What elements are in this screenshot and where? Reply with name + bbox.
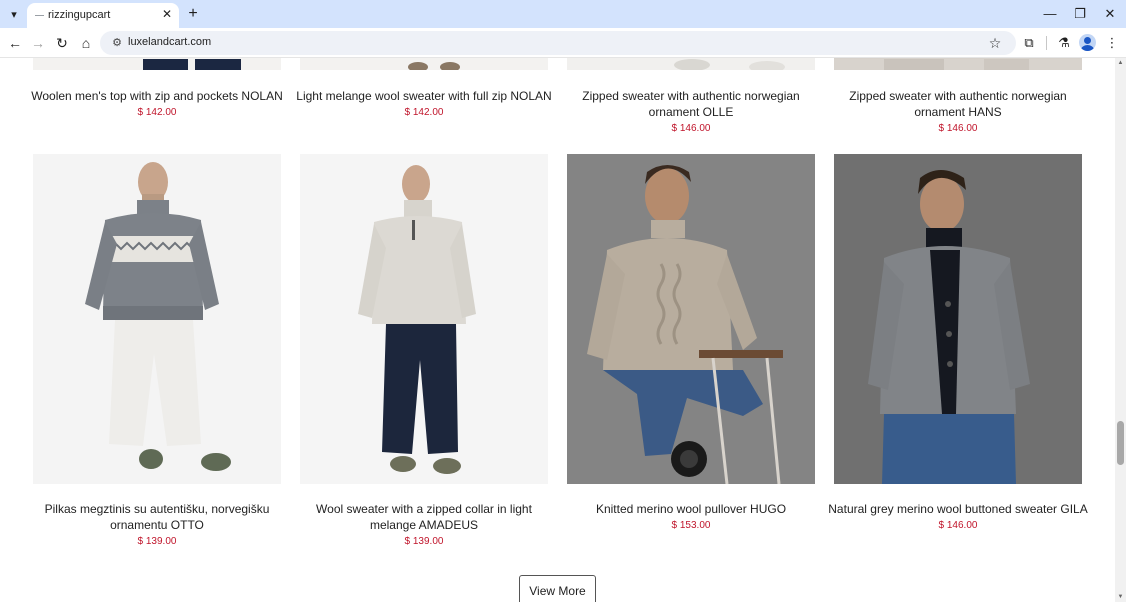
close-window-icon[interactable]: ✕ — [1101, 5, 1119, 23]
view-more-button[interactable]: View More — [519, 575, 596, 602]
product-name[interactable]: Natural grey merino wool buttoned sweate… — [827, 501, 1089, 517]
tab-favicon — [35, 15, 44, 16]
product-image[interactable] — [567, 154, 815, 484]
browser-toolbar: ← → ↻ ⌂ ⚙ luxelandcart.com ☆ ⧉ ⚗ ⋮ — [0, 28, 1126, 58]
product-name[interactable]: Pilkas megztinis su autentišku, norvegiš… — [26, 501, 288, 533]
product-price: $ 146.00 — [671, 123, 711, 134]
product-name[interactable]: Zipped sweater with authentic norwegian … — [827, 88, 1089, 120]
product-price: $ 146.00 — [938, 123, 978, 134]
product-image[interactable] — [834, 154, 1082, 484]
browser-tab[interactable]: rizzingupcart ✕ — [27, 3, 179, 28]
product-name[interactable]: Knitted merino wool pullover HUGO — [560, 501, 822, 517]
browser-tab-strip: ▾ rizzingupcart ✕ + — ❐ ✕ — [0, 0, 1126, 28]
product-name[interactable]: Zipped sweater with authentic norwegian … — [560, 88, 822, 120]
scrollbar-thumb[interactable] — [1117, 421, 1124, 465]
forward-arrow-icon[interactable]: → — [29, 34, 47, 52]
close-icon[interactable]: ✕ — [160, 7, 174, 21]
product-image[interactable] — [567, 58, 815, 70]
flask-icon[interactable]: ⚗ — [1055, 34, 1073, 52]
product-name[interactable]: Woolen men's top with zip and pockets NO… — [26, 88, 288, 104]
product-name[interactable]: Wool sweater with a zipped collar in lig… — [293, 501, 555, 533]
home-icon[interactable]: ⌂ — [77, 34, 95, 52]
product-price: $ 146.00 — [938, 520, 978, 531]
product-price: $ 142.00 — [404, 107, 444, 118]
product-name[interactable]: Light melange wool sweater with full zip… — [293, 88, 555, 104]
scroll-down-icon[interactable]: ▼ — [1117, 594, 1124, 600]
product-image[interactable] — [33, 154, 281, 484]
scroll-up-icon[interactable]: ▲ — [1117, 60, 1124, 66]
chevron-down-icon[interactable]: ▾ — [4, 5, 24, 23]
product-image[interactable] — [300, 154, 548, 484]
minimize-icon[interactable]: — — [1041, 5, 1059, 23]
reload-icon[interactable]: ↻ — [53, 34, 71, 52]
address-bar[interactable]: ⚙ luxelandcart.com ☆ — [100, 31, 1016, 55]
toolbar-divider — [1046, 36, 1047, 50]
tab-title: rizzingupcart — [48, 9, 111, 21]
plus-icon[interactable]: + — [184, 5, 202, 23]
star-icon[interactable]: ☆ — [986, 34, 1004, 52]
url-text[interactable]: luxelandcart.com — [128, 36, 211, 48]
restore-icon[interactable]: ❐ — [1071, 5, 1089, 23]
product-image[interactable] — [33, 58, 281, 70]
product-image[interactable] — [300, 58, 548, 70]
product-image[interactable] — [834, 58, 1082, 70]
puzzle-icon[interactable]: ⧉ — [1020, 34, 1038, 52]
product-price: $ 142.00 — [137, 107, 177, 118]
tune-icon[interactable]: ⚙ — [109, 35, 125, 51]
avatar-icon[interactable] — [1079, 34, 1096, 51]
back-arrow-icon[interactable]: ← — [6, 34, 24, 52]
page-scrollbar[interactable]: ▲ ▼ — [1115, 58, 1126, 602]
page-content: Woolen men's top with zip and pockets NO… — [0, 58, 1115, 602]
kebab-menu-icon[interactable]: ⋮ — [1103, 34, 1121, 52]
product-price: $ 139.00 — [404, 536, 444, 547]
product-price: $ 139.00 — [137, 536, 177, 547]
product-price: $ 153.00 — [671, 520, 711, 531]
